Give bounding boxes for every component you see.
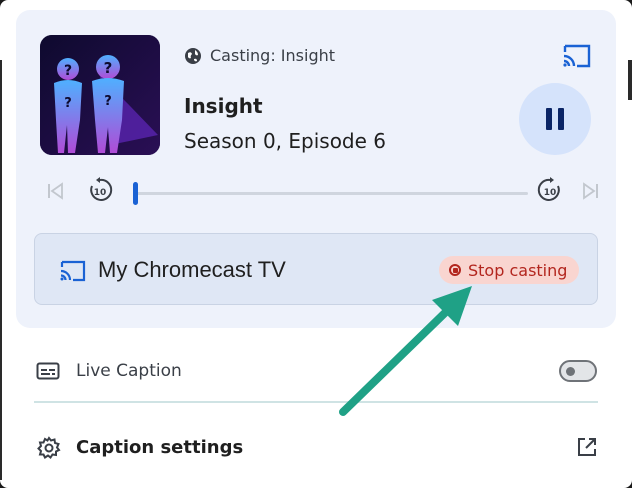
forward-10-icon: 10: [537, 177, 560, 201]
background-edge: [0, 60, 2, 480]
seek-thumb[interactable]: [133, 182, 138, 205]
svg-text:?: ?: [64, 63, 72, 79]
skip-previous-icon[interactable]: [44, 180, 66, 202]
cast-popup: ? ? ? ? Casting: Insight Insight Season …: [0, 0, 632, 488]
live-caption-label: Live Caption: [76, 361, 182, 381]
live-caption-row[interactable]: Live Caption: [36, 358, 600, 386]
casting-status: Casting: Insight: [184, 46, 335, 65]
casting-label: Casting: Insight: [210, 46, 336, 65]
gear-icon: [37, 436, 61, 459]
background-edge: [628, 60, 632, 100]
caption-settings-label: Caption settings: [76, 437, 244, 458]
stop-casting-label: Stop casting: [468, 260, 568, 280]
media-title: Insight: [184, 94, 263, 118]
cast-icon[interactable]: [562, 44, 592, 68]
divider: [34, 401, 598, 403]
seek-track[interactable]: [136, 192, 528, 195]
live-caption-toggle[interactable]: [559, 360, 597, 382]
skip-next-icon[interactable]: [580, 180, 602, 202]
closed-caption-icon: [36, 362, 60, 380]
replay-10-button[interactable]: 10: [86, 176, 114, 208]
caption-settings-row[interactable]: Caption settings: [36, 434, 600, 464]
cast-media-card: ? ? ? ? Casting: Insight Insight Season …: [16, 10, 616, 328]
forward-10-button[interactable]: 10: [536, 176, 564, 208]
pause-icon: [546, 108, 552, 130]
svg-text:?: ?: [104, 59, 113, 77]
svg-text:?: ?: [104, 94, 112, 109]
pause-button[interactable]: [519, 83, 591, 155]
media-artwork: ? ? ? ?: [40, 35, 160, 155]
playback-controls: 10 10: [42, 176, 602, 212]
device-row[interactable]: My Chromecast TV Stop casting: [34, 233, 598, 305]
replay-10-icon: 10: [90, 177, 113, 201]
svg-text:?: ?: [64, 96, 72, 111]
forward-seconds: 10: [544, 188, 557, 198]
stop-circle-icon: [449, 264, 461, 276]
media-episode: Season 0, Episode 6: [184, 129, 387, 153]
stop-casting-button[interactable]: Stop casting: [439, 256, 580, 284]
open-in-new-icon[interactable]: [576, 436, 598, 458]
replay-seconds: 10: [94, 188, 107, 198]
cast-icon: [60, 260, 86, 282]
globe-icon: [185, 47, 201, 64]
device-name: My Chromecast TV: [98, 257, 286, 282]
